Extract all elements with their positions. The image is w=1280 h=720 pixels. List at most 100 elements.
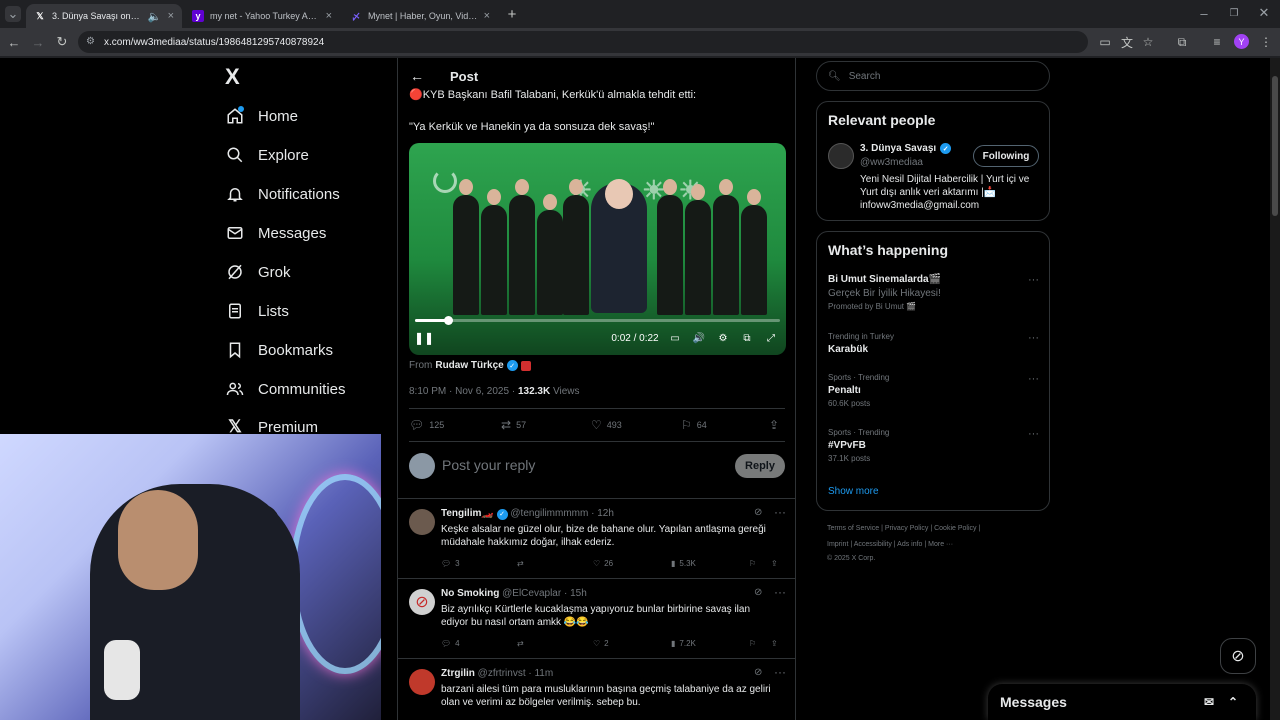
repost-action[interactable]: ⇄ [517,559,524,568]
menu-icon[interactable]: ⋮ [1258,34,1274,50]
reply-author[interactable]: No Smoking [441,588,499,599]
reply-action[interactable]: 💬︎ 4 [441,639,460,648]
fullscreen-icon[interactable]: ⤢ [763,331,779,345]
sidebar-item-communities[interactable]: Communities [226,374,346,404]
footer-links-row1[interactable]: Terms of Service | Privacy Policy | Cook… [827,525,980,532]
scrollbar[interactable] [1270,58,1280,720]
video-player[interactable]: ☀ ☀ ☀ ☀ ❚❚ 0:02 / 0:22 ▭ 🔊 ⚙ ⧉ ⤢ [409,143,786,355]
views-action[interactable]: ▮ 7.2K [671,639,696,648]
like-action[interactable]: ♡ 493 [591,418,622,432]
more-icon[interactable]: ··· [1028,274,1039,286]
grok-icon[interactable]: ⊘ [754,507,762,518]
minimize-icon[interactable]: – [1196,5,1212,21]
more-icon[interactable]: ··· [1028,373,1039,385]
footer-links-row2[interactable]: Imprint | Accessibility | Ads info | Mor… [827,541,953,548]
show-more-link[interactable]: Show more [828,486,879,497]
sidebar-item-notifications[interactable]: Notifications [226,179,340,209]
video-scrubber-handle[interactable] [443,316,453,325]
sidebar-item-home[interactable]: Home [226,101,298,131]
repost-action[interactable]: ⇄ 57 [501,418,526,432]
reload-icon[interactable]: ↻ [54,34,70,50]
reply-item[interactable]: Tengilim🏎️ ✓ @tengilimmmmm · 12h ⊘ ··· K… [398,498,796,578]
avatar[interactable] [409,669,435,695]
new-tab-icon[interactable]: + [504,6,520,23]
tab-close-icon[interactable]: × [168,10,174,22]
search-input[interactable]: 🔍︎ Search [816,61,1050,91]
expand-icon[interactable]: ⌃ [1228,695,1238,709]
close-window-icon[interactable]: ✕ [1256,5,1272,21]
site-info-icon[interactable]: ⚙ [86,36,95,47]
reply-button[interactable]: Reply [735,454,785,478]
tab-yahoo[interactable]: y my net - Yahoo Turkey Arama S × [184,4,340,28]
following-button[interactable]: Following [973,145,1039,167]
reply-author[interactable]: Ztrgilin [441,668,475,679]
forward-icon[interactable]: → [30,34,46,50]
reply-item[interactable]: ⊘ No Smoking @ElCevaplar · 15h ⊘ ··· Biz… [398,578,796,658]
more-icon[interactable]: ··· [1028,332,1039,344]
tab-close-icon[interactable]: × [484,10,490,22]
volume-icon[interactable]: 🔊 [691,331,707,345]
avatar[interactable] [828,143,854,169]
more-icon[interactable]: ··· [774,585,786,599]
extensions-icon[interactable]: ⧉ [1174,34,1190,50]
reply-action[interactable]: 💬︎ 3 [441,559,460,568]
more-icon[interactable]: ··· [1028,428,1039,440]
trend-item[interactable]: Sports · Trending #VPvFB 37.1K posts ··· [828,428,1039,463]
person-name[interactable]: 3. Dünya Savaşı ✓ [860,143,952,154]
media-icon[interactable]: ≡ [1209,34,1225,50]
tab-x-post[interactable]: 𝕏 3. Dünya Savaşı on X: "🔴KYB 🔈 × [26,4,182,28]
pause-icon[interactable]: ❚❚ [414,331,434,345]
reply-action[interactable]: 💬︎ 125 [409,418,444,432]
sidebar-item-bookmarks[interactable]: Bookmarks [226,335,333,365]
sidebar-item-explore[interactable]: Explore [226,140,309,170]
captions-icon[interactable]: ▭ [667,331,683,345]
sidebar-item-lists[interactable]: Lists [226,296,289,326]
trend-item[interactable]: Bi Umut Sinemalarda🎬 Gerçek Bir İyilik H… [828,274,1039,311]
pip-icon[interactable]: ⧉ [739,331,755,345]
scrollbar-thumb[interactable] [1272,76,1278,216]
share-icon[interactable]: ⇪ [771,559,778,568]
trend-item[interactable]: Trending in Turkey Karabük ··· [828,332,1039,355]
post-timestamp[interactable]: 8:10 PM · Nov 6, 2025 · [409,386,518,397]
compose-message-icon[interactable]: ✉ [1204,695,1214,709]
grok-fab-icon[interactable]: ⊘ [1220,638,1256,674]
back-arrow-icon[interactable]: ← [410,68,424,84]
x-logo-icon[interactable]: X [225,66,247,88]
tab-mynet[interactable]: 〆 Mynet | Haber, Oyun, Video, Sp × [342,4,498,28]
video-progress-bar[interactable] [415,316,780,325]
star-icon[interactable]: ☆ [1140,34,1156,50]
tab-search-icon[interactable]: ⌄ [5,6,21,22]
messages-drawer[interactable]: Messages ✉ ⌃ [988,684,1256,720]
back-icon[interactable]: ← [6,34,22,50]
trend-item[interactable]: Sports · Trending Penaltı 60.6K posts ··… [828,373,1039,408]
grok-icon[interactable]: ⊘ [754,587,762,598]
sidebar-item-grok[interactable]: Grok [226,257,291,287]
reply-input[interactable]: Post your reply [442,457,535,473]
share-icon[interactable]: ⇪ [771,639,778,648]
reply-author[interactable]: Tengilim🏎️ [441,508,494,519]
cast-icon[interactable]: ▭ [1097,34,1113,50]
more-icon[interactable]: ··· [774,665,786,679]
share-action[interactable]: ⇪ [769,418,779,432]
source-name[interactable]: Rudaw Türkçe [435,360,503,371]
speaker-icon[interactable]: 🔈 [148,10,162,23]
repost-action[interactable]: ⇄ [517,639,524,648]
address-bar[interactable]: ⚙ x.com/ww3mediaa/status/198648129574087… [78,31,1088,53]
like-action[interactable]: ♡ 26 [593,559,613,568]
avatar[interactable] [409,509,435,535]
bookmark-action[interactable]: ⚐ 64 [681,418,707,432]
reply-item[interactable]: Ztrgilin @zfrtrinvst · 11m ⊘ ··· barzani… [398,658,796,720]
bookmark-icon[interactable]: ⚐ [749,639,756,648]
bookmark-icon[interactable]: ⚐ [749,559,756,568]
restore-icon[interactable]: ❐ [1226,5,1242,21]
profile-avatar[interactable]: Y [1234,34,1249,49]
more-icon[interactable]: ··· [774,505,786,519]
translate-icon[interactable]: 文 [1119,34,1135,50]
sidebar-item-messages[interactable]: Messages [226,218,326,248]
grok-icon[interactable]: ⊘ [754,667,762,678]
settings-icon[interactable]: ⚙ [715,331,731,345]
like-action[interactable]: ♡ 2 [593,639,609,648]
views-action[interactable]: ▮ 5.3K [671,559,696,568]
tab-close-icon[interactable]: × [326,10,332,22]
avatar[interactable]: ⊘ [409,589,435,615]
